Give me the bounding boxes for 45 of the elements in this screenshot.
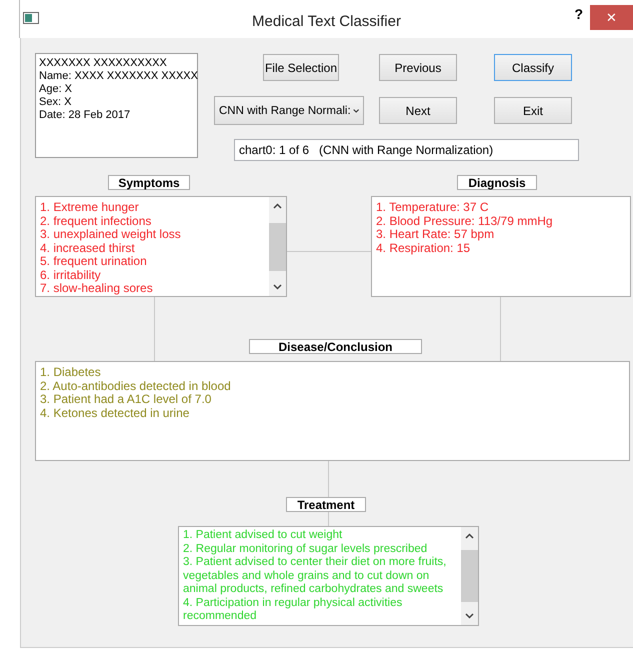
next-button[interactable]: Next (379, 97, 457, 124)
section-label: Symptoms (108, 175, 190, 190)
treatment-item: 3. Patient advised to center their diet on more fruits, vegetables and whole grains and to cut down on animal products, refined carbohydrates and sweets (183, 556, 448, 596)
close-button[interactable]: ✕ (590, 5, 633, 30)
previous-button[interactable]: Previous (379, 54, 457, 81)
conclusion-item: 2. Auto-antibodies detected in blood (40, 380, 232, 393)
chevron-up-icon (465, 533, 474, 539)
section-label: Diagnosis (457, 175, 537, 190)
chevron-down-icon (465, 613, 474, 619)
patient-info-line: Sex: X (39, 96, 72, 109)
symptom-item: 2. frequent infections (40, 214, 152, 228)
diagnosis-item: 4. Respiration: 15 (376, 242, 472, 255)
file-selection-button[interactable]: File Selection (263, 54, 339, 81)
diagnosis-item: 1. Temperature: 37 C (376, 201, 490, 214)
symptom-item: 7. slow-healing sores (40, 282, 154, 296)
model-dropdown[interactable]: CNN with Range Normali: (214, 96, 364, 125)
status-field[interactable]: chart0: 1 of 6 (CNN with Range Normalization) (234, 139, 579, 161)
window-icon (23, 12, 39, 24)
scrollbar[interactable] (269, 197, 286, 296)
symptom-item: 1. Extreme hunger (40, 201, 140, 214)
chevron-up-icon (273, 203, 282, 209)
patient-info-line: XXXXXXX XXXXXXXXXX (39, 57, 168, 70)
exit-button[interactable]: Exit (494, 97, 572, 124)
conclusion-item: 4. Ketones detected in urine (40, 406, 190, 420)
treatment-item: 4. Participation in regular physical activities recommended (183, 596, 404, 624)
symptom-item: 6. irritability (40, 268, 102, 282)
classify-button[interactable]: Classify (494, 54, 572, 81)
chevron-down-icon (273, 284, 282, 290)
conclusion-item: 1. Diabetes (40, 366, 102, 380)
diagnosis-item: 2. Blood Pressure: 113/79 mmHg (376, 214, 554, 228)
treatment-item: 1. Patient advised to cut weight (183, 529, 344, 542)
help-button[interactable]: ? (574, 6, 583, 22)
section-label: Treatment (286, 497, 366, 512)
window-title: Medical Text Classifier (252, 13, 401, 30)
section-label: Disease/Conclusion (249, 339, 422, 354)
chevron-down-icon (352, 108, 359, 114)
patient-info-line: Date: 28 Feb 2017 (39, 109, 132, 122)
scrollbar[interactable] (461, 527, 478, 625)
treatment-item: 2. Regular monitoring of sugar levels prescribed (183, 542, 428, 556)
symptom-item: 5. frequent urination (40, 255, 148, 268)
symptom-item: 3. unexplained weight loss (40, 228, 182, 242)
diagnosis-item: 3. Heart Rate: 57 bpm (376, 228, 496, 242)
symptom-item: 4. increased thirst (40, 242, 136, 255)
patient-info-line: Age: X (39, 83, 74, 96)
conclusion-item: 3. Patient had a A1C level of 7.0 (40, 393, 212, 406)
